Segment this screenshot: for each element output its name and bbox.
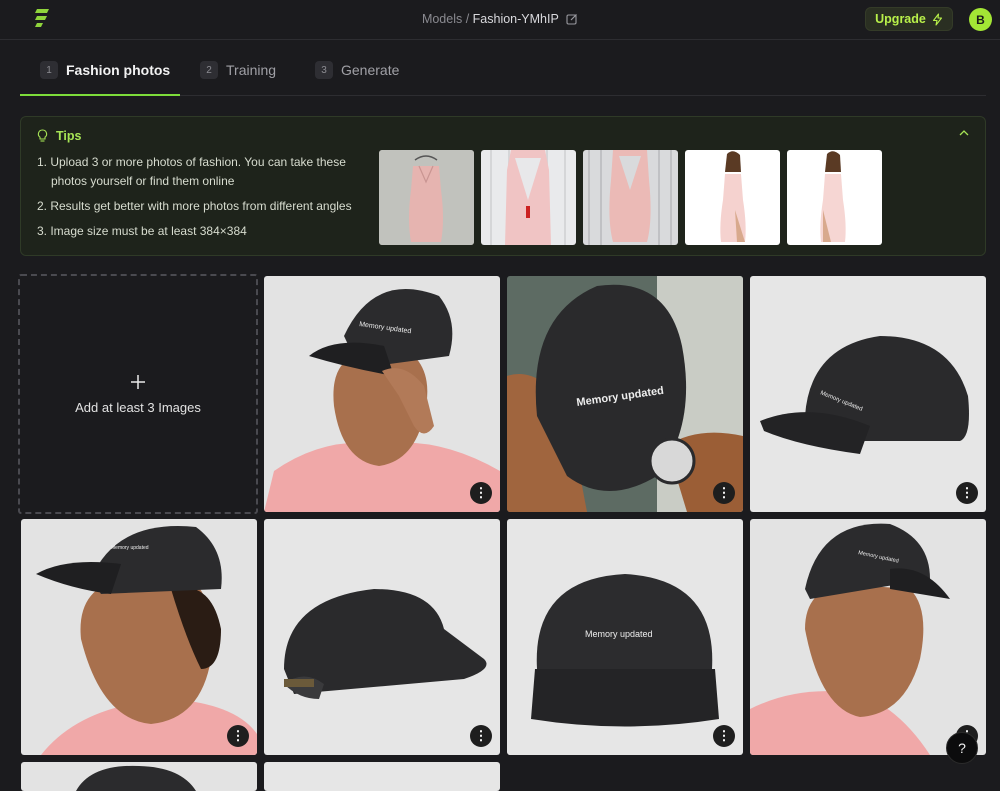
tip-item: 1. Upload 3 or more photos of fashion. Y… — [37, 155, 346, 188]
cap-text: Memory updated — [585, 629, 653, 639]
uploaded-image[interactable]: Memory updated ⋮ — [750, 276, 986, 512]
lightbulb-icon — [37, 129, 48, 143]
pink-dress-model-1-image — [685, 150, 780, 245]
top-bar: Models / Fashion-YMhIP Upgrade B — [0, 0, 1000, 40]
breadcrumb: Models / Fashion-YMhIP — [0, 12, 1000, 26]
tab-generate[interactable]: 3 Generate — [315, 61, 400, 96]
add-images-dropzone[interactable]: Add at least 3 Images — [18, 274, 258, 514]
chevron-up-icon[interactable] — [959, 129, 969, 136]
uploaded-image[interactable] — [21, 762, 257, 791]
tab-number: 3 — [315, 61, 333, 79]
uploaded-image[interactable]: ⋮ — [264, 519, 500, 755]
cap-text: Memory updated — [111, 545, 149, 551]
image-menu-button[interactable]: ⋮ — [227, 725, 249, 747]
breadcrumb-separator: / — [462, 12, 473, 26]
breadcrumb-models-link[interactable]: Models — [422, 12, 462, 26]
tips-list: 1. Upload 3 or more photos of fashion. Y… — [37, 153, 367, 247]
example-thumbnails — [379, 150, 882, 245]
uploaded-image[interactable]: Memory updated ⋮ — [264, 276, 500, 512]
lightning-icon — [932, 12, 943, 26]
breadcrumb-current: Fashion-YMhIP — [472, 12, 559, 26]
avatar[interactable]: B — [969, 8, 992, 31]
pink-dress-model-2-image — [787, 150, 882, 245]
upgrade-label: Upgrade — [875, 12, 926, 26]
uploaded-image[interactable] — [264, 762, 500, 791]
tab-fashion-photos[interactable]: 1 Fashion photos — [20, 61, 180, 96]
tab-label: Generate — [341, 62, 400, 78]
tab-number: 2 — [200, 61, 218, 79]
tips-title: Tips — [56, 129, 82, 143]
tab-training[interactable]: 2 Training — [200, 61, 277, 96]
uploaded-image[interactable]: Memory updated ⋮ — [507, 276, 743, 512]
plus-icon — [130, 374, 146, 390]
tip-item: 2. Results get better with more photos f… — [37, 199, 352, 213]
pink-dress-wood-1-image — [481, 150, 576, 245]
step-tabs: 1 Fashion photos 2 Training 3 Generate — [20, 61, 986, 96]
edit-icon[interactable] — [566, 13, 578, 25]
tips-header[interactable]: Tips — [37, 129, 81, 143]
tab-label: Fashion photos — [66, 62, 171, 78]
image-menu-button[interactable]: ⋮ — [470, 725, 492, 747]
uploaded-image[interactable]: Memory updated ⋮ — [750, 519, 986, 755]
image-menu-button[interactable]: ⋮ — [713, 725, 735, 747]
tip-item: 3. Image size must be at least 384×384 — [37, 224, 247, 238]
uploaded-image[interactable]: Memory updated ⋮ — [507, 519, 743, 755]
pink-dress-hanger-image — [379, 150, 474, 245]
upgrade-button[interactable]: Upgrade — [865, 7, 953, 31]
help-button[interactable]: ? — [946, 732, 978, 764]
uploaded-image[interactable]: Memory updated ⋮ — [21, 519, 257, 755]
pink-dress-wood-2-image — [583, 150, 678, 245]
tips-panel: Tips 1. Upload 3 or more photos of fashi… — [20, 116, 986, 256]
tab-number: 1 — [40, 61, 58, 79]
image-menu-button[interactable]: ⋮ — [470, 482, 492, 504]
image-menu-button[interactable]: ⋮ — [713, 482, 735, 504]
tab-label: Training — [226, 62, 277, 78]
add-images-label: Add at least 3 Images — [75, 399, 201, 415]
image-menu-button[interactable]: ⋮ — [956, 482, 978, 504]
